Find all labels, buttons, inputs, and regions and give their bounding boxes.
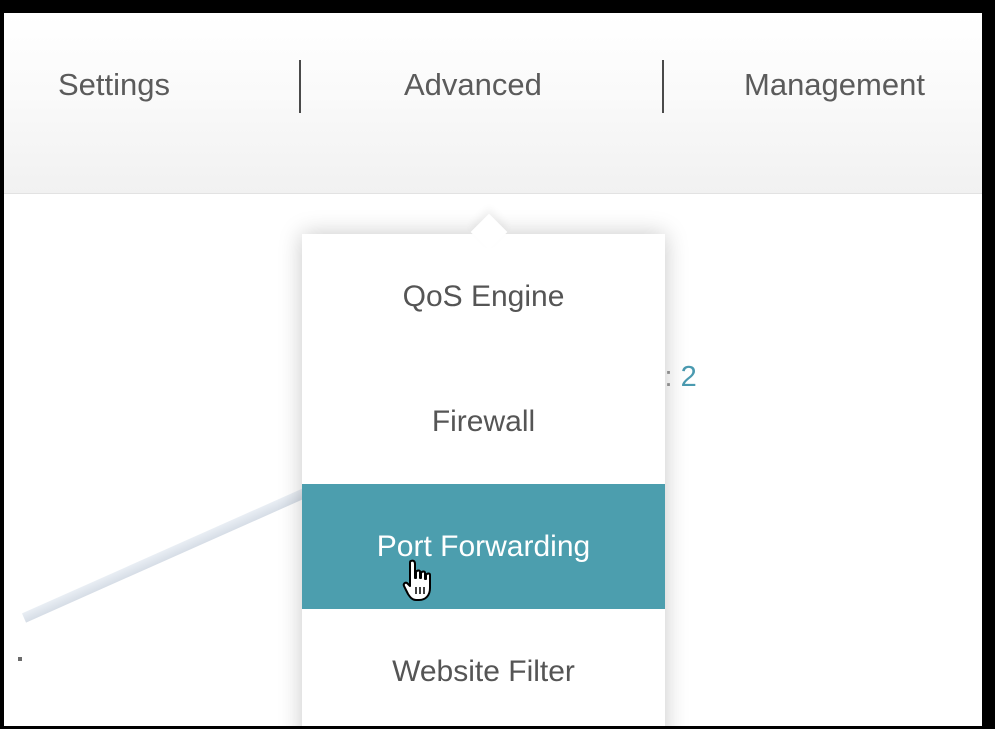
nav-divider: [299, 60, 301, 113]
nav-divider: [662, 60, 664, 113]
hand-pointer-icon: [402, 559, 431, 601]
menu-item-port-forwarding[interactable]: Port Forwarding: [302, 484, 665, 609]
menu-item-firewall[interactable]: Firewall: [302, 359, 665, 484]
nav-management[interactable]: Management: [744, 67, 925, 103]
connection-dot: [18, 657, 22, 661]
menu-item-website-filter[interactable]: Website Filter: [302, 609, 665, 726]
background-count: 2: [680, 361, 697, 393]
nav-settings[interactable]: Settings: [58, 67, 170, 103]
top-navigation-bar: Settings Advanced Management: [4, 13, 982, 194]
screenshot-frame: Settings Advanced Management s: 2 QoS En…: [0, 0, 995, 729]
nav-advanced[interactable]: Advanced: [404, 67, 542, 103]
menu-item-qos-engine[interactable]: QoS Engine: [302, 234, 665, 359]
